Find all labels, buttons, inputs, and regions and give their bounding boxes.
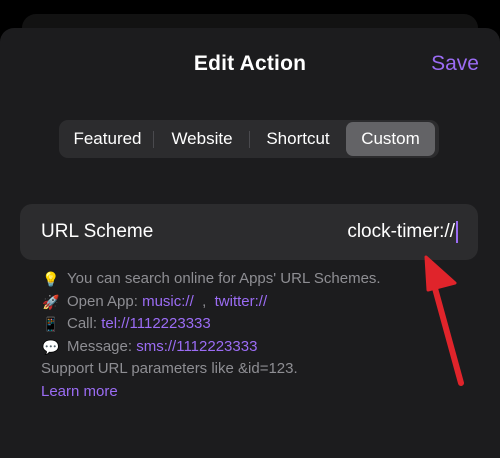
- action-type-segmented-control: Featured Website Shortcut Custom: [59, 120, 439, 158]
- tip-text: You can search online for Apps' URL Sche…: [67, 270, 381, 287]
- call-line: 📱 Call: tel://1112223333: [41, 313, 481, 336]
- message-line: 💬 Message: sms://1112223333: [41, 336, 481, 359]
- tel-link[interactable]: tel://1112223333: [101, 313, 211, 336]
- phone-icon: 📱: [42, 316, 60, 332]
- segment-website[interactable]: Website: [154, 122, 250, 156]
- params-line: Support URL parameters like &id=123.: [41, 360, 298, 377]
- text-cursor: [456, 221, 458, 243]
- learn-more-link[interactable]: Learn more: [41, 381, 118, 404]
- segment-custom[interactable]: Custom: [346, 122, 435, 156]
- speech-bubble-icon: 💬: [42, 338, 60, 355]
- rocket-icon: 🚀: [42, 293, 60, 310]
- url-scheme-input[interactable]: clock-timer://: [347, 221, 458, 243]
- url-scheme-field[interactable]: URL Scheme clock-timer://: [20, 204, 478, 260]
- url-scheme-value: clock-timer://: [347, 221, 455, 242]
- edit-action-sheet: Edit Action Save Featured Website Shortc…: [0, 28, 500, 458]
- music-link[interactable]: music://: [142, 291, 194, 314]
- segment-shortcut[interactable]: Shortcut: [250, 122, 346, 156]
- sms-link[interactable]: sms://1112223333: [136, 336, 257, 359]
- tip-line: 💡 You can search online for Apps' URL Sc…: [41, 268, 481, 291]
- annotation-arrow-icon: [424, 255, 464, 386]
- url-scheme-help: 💡 You can search online for Apps' URL Sc…: [41, 268, 481, 403]
- segment-featured[interactable]: Featured: [61, 122, 154, 156]
- url-scheme-label: URL Scheme: [41, 221, 154, 242]
- learn-more-line: Learn more: [41, 381, 481, 404]
- save-button[interactable]: Save: [431, 52, 479, 76]
- open-app-line: 🚀 Open App: music:// , twitter://: [41, 291, 481, 314]
- page-title: Edit Action: [193, 52, 307, 75]
- twitter-link[interactable]: twitter://: [215, 291, 268, 314]
- open-app-prefix: Open App:: [67, 292, 138, 310]
- message-prefix: Message:: [67, 337, 133, 355]
- open-app-separator: ,: [202, 292, 207, 310]
- call-prefix: Call:: [67, 315, 98, 332]
- lightbulb-icon: 💡: [42, 271, 60, 287]
